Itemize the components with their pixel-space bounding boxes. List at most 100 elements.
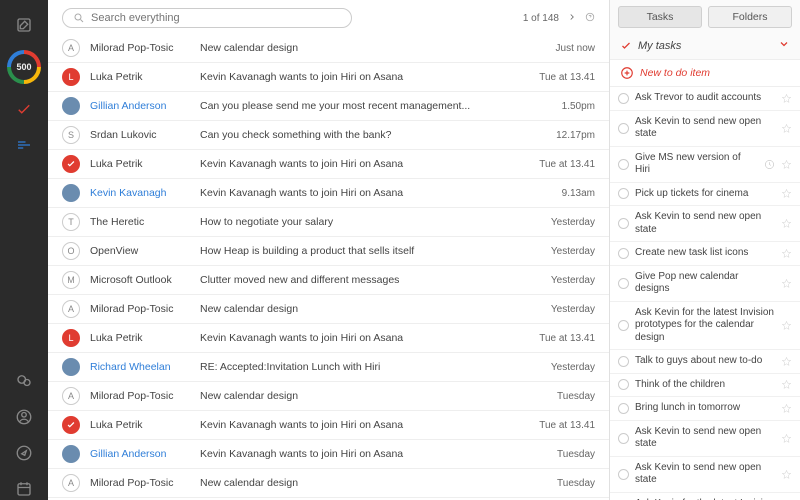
tasks-section-header[interactable]: My tasks [610, 32, 800, 59]
message-time: Yesterday [529, 275, 595, 286]
help-icon[interactable] [585, 12, 595, 25]
task-item[interactable]: Talk to guys about new to-do [610, 350, 800, 374]
task-item[interactable]: Pick up tickets for cinema [610, 183, 800, 207]
task-checkbox[interactable] [618, 218, 629, 229]
message-list[interactable]: AMilorad Pop-TosicNew calendar designJus… [48, 34, 609, 500]
task-checkbox[interactable] [618, 188, 629, 199]
star-icon[interactable] [781, 159, 792, 170]
task-item[interactable]: Ask Kevin to send new open state [610, 111, 800, 147]
task-item[interactable]: Ask Trevor to audit accounts [610, 87, 800, 111]
chat-icon[interactable] [13, 370, 35, 392]
tab-tasks[interactable]: Tasks [618, 6, 702, 28]
star-icon[interactable] [781, 403, 792, 414]
task-item[interactable]: Give MS new version of Hiri [610, 147, 800, 183]
message-row[interactable]: LLuka PetrikKevin Kavanagh wants to join… [48, 63, 609, 92]
avatar: M [62, 271, 80, 289]
task-checkbox[interactable] [618, 379, 629, 390]
pager: 1 of 148 [523, 12, 595, 25]
message-row[interactable]: AMilorad Pop-TosicNew calendar designTue… [48, 469, 609, 498]
task-checkbox[interactable] [618, 469, 629, 480]
score-badge[interactable]: 500 [7, 50, 41, 84]
star-icon[interactable] [781, 469, 792, 480]
star-icon[interactable] [781, 320, 792, 331]
message-time: Yesterday [529, 246, 595, 257]
search-input[interactable] [91, 12, 341, 24]
task-item[interactable]: Create new task list icons [610, 242, 800, 266]
message-subject: Can you check something with the bank? [200, 129, 529, 141]
star-icon[interactable] [781, 278, 792, 289]
task-item[interactable]: Ask Kevin for the latest Invision protot… [610, 302, 800, 351]
message-row[interactable]: Kevin KavanaghKevin Kavanagh wants to jo… [48, 179, 609, 208]
star-icon[interactable] [781, 248, 792, 259]
task-item[interactable]: Ask Kevin to send new open state [610, 206, 800, 242]
task-checkbox[interactable] [618, 356, 629, 367]
star-icon[interactable] [781, 433, 792, 444]
message-sender: Milorad Pop-Tosic [90, 303, 200, 315]
message-row[interactable]: Gillian AndersonCan you please send me y… [48, 92, 609, 121]
star-icon[interactable] [781, 123, 792, 134]
pager-next-icon[interactable] [567, 12, 577, 25]
task-checkbox[interactable] [618, 403, 629, 414]
list-icon[interactable] [13, 134, 35, 156]
star-icon[interactable] [781, 379, 792, 390]
message-row[interactable]: AMilorad Pop-TosicNew calendar designJus… [48, 34, 609, 63]
user-icon[interactable] [13, 406, 35, 428]
message-subject: Kevin Kavanagh wants to join Hiri on Asa… [200, 332, 529, 344]
message-sender: Srdan Lukovic [90, 129, 200, 141]
message-sender: Luka Petrik [90, 419, 200, 431]
avatar: L [62, 329, 80, 347]
task-checkbox[interactable] [618, 123, 629, 134]
app-sidebar: 500 [0, 0, 48, 500]
message-sender: Kevin Kavanagh [90, 187, 200, 199]
message-subject: New calendar design [200, 42, 529, 54]
message-time: Yesterday [529, 362, 595, 373]
compose-icon[interactable] [13, 14, 35, 36]
task-checkbox[interactable] [618, 248, 629, 259]
message-sender: Gillian Anderson [90, 100, 200, 112]
message-sender: Luka Petrik [90, 71, 200, 83]
task-list[interactable]: Ask Trevor to audit accounts Ask Kevin to… [610, 87, 800, 500]
star-icon[interactable] [781, 218, 792, 229]
message-subject: Kevin Kavanagh wants to join Hiri on Asa… [200, 158, 529, 170]
message-subject: How to negotiate your salary [200, 216, 529, 228]
star-icon[interactable] [781, 93, 792, 104]
task-checkbox[interactable] [618, 278, 629, 289]
task-checkbox[interactable] [618, 93, 629, 104]
message-row[interactable]: AMilorad Pop-TosicNew calendar designTue… [48, 382, 609, 411]
topbar: 1 of 148 [48, 0, 609, 34]
message-row[interactable]: OOpenViewHow Heap is building a product … [48, 237, 609, 266]
message-row[interactable]: Gillian AndersonKevin Kavanagh wants to … [48, 440, 609, 469]
task-item[interactable]: Ask Kevin to send new open state [610, 421, 800, 457]
message-row[interactable]: TThe HereticHow to negotiate your salary… [48, 208, 609, 237]
message-row[interactable]: MMicrosoft OutlookClutter moved new and … [48, 266, 609, 295]
task-checkbox[interactable] [618, 433, 629, 444]
avatar [62, 445, 80, 463]
message-row[interactable]: Luka PetrikKevin Kavanagh wants to join … [48, 150, 609, 179]
task-text: Ask Kevin to send new open state [635, 211, 775, 236]
task-text: Give MS new version of Hiri [635, 152, 758, 177]
task-text: Ask Kevin to send new open state [635, 116, 775, 141]
task-checkbox[interactable] [618, 159, 629, 170]
message-time: Tuesday [529, 391, 595, 402]
task-item[interactable]: Give Pop new calendar designs [610, 266, 800, 302]
search-box[interactable] [62, 8, 352, 28]
new-task-row[interactable]: New to do item [610, 59, 800, 87]
message-row[interactable]: SSrdan LukovicCan you check something wi… [48, 121, 609, 150]
task-text: Pick up tickets for cinema [635, 188, 775, 201]
score-value: 500 [16, 62, 31, 72]
calendar-icon[interactable] [13, 478, 35, 500]
task-item[interactable]: Ask Kevin to send new open state [610, 457, 800, 493]
message-row[interactable]: Richard WheelanRE: Accepted:Invitation L… [48, 353, 609, 382]
message-row[interactable]: Luka PetrikKevin Kavanagh wants to join … [48, 411, 609, 440]
task-item[interactable]: Think of the children [610, 374, 800, 398]
task-item[interactable]: Bring lunch in tomorrow [610, 397, 800, 421]
task-item[interactable]: Ask Kevin for the latest Invision protot… [610, 493, 800, 500]
message-row[interactable]: AMilorad Pop-TosicNew calendar designYes… [48, 295, 609, 324]
star-icon[interactable] [781, 188, 792, 199]
message-row[interactable]: LLuka PetrikKevin Kavanagh wants to join… [48, 324, 609, 353]
compass-icon[interactable] [13, 442, 35, 464]
tab-folders[interactable]: Folders [708, 6, 792, 28]
checkmark-icon[interactable] [13, 98, 35, 120]
star-icon[interactable] [781, 356, 792, 367]
task-checkbox[interactable] [618, 320, 629, 331]
